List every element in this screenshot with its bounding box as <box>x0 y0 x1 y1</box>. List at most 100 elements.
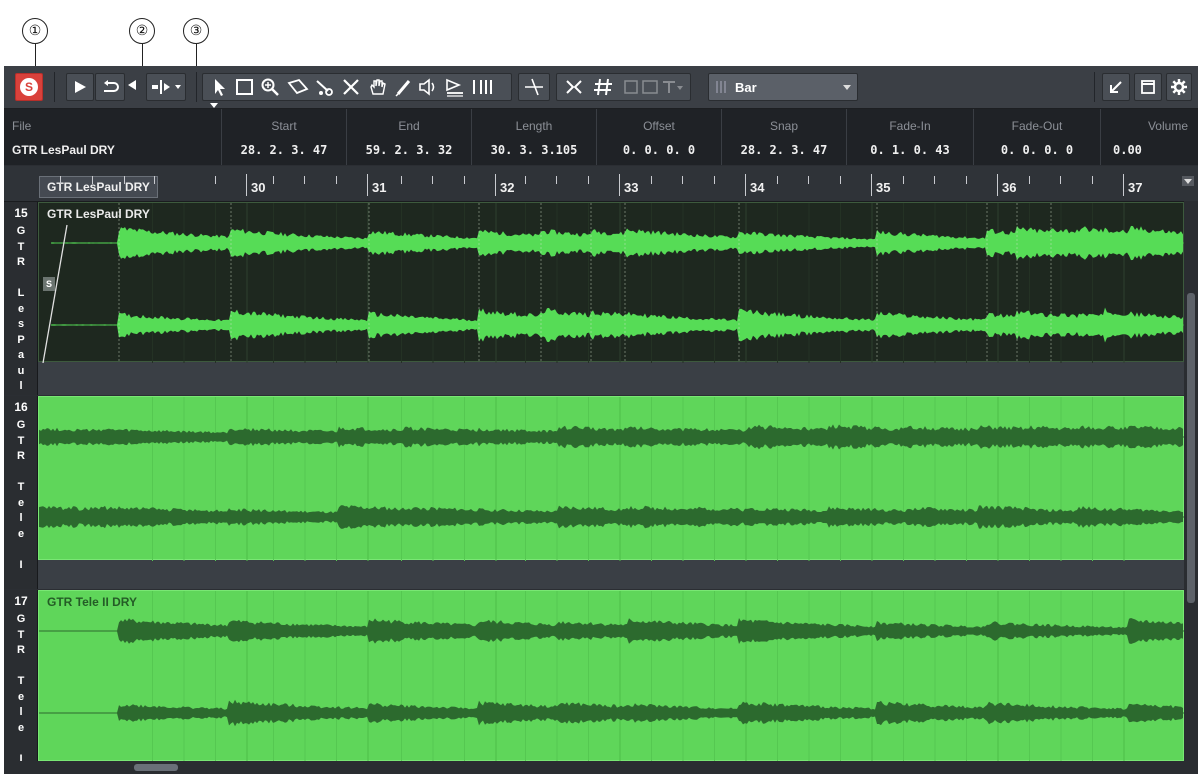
time-warp-icon[interactable] <box>470 77 496 97</box>
ruler-bar-number: 32 <box>500 180 515 195</box>
ruler-beat-tick <box>214 176 216 184</box>
waveform <box>42 203 1184 363</box>
track-number: 15 <box>14 206 28 220</box>
audio-event-selected[interactable]: GTR Tele II DRY <box>38 590 1184 761</box>
loop-button[interactable] <box>95 73 125 101</box>
track-number: 16 <box>14 400 28 414</box>
line-tool-button[interactable] <box>518 73 550 101</box>
line-tool-icon <box>525 78 543 96</box>
info-value: 0. 1. 0. 43 <box>870 143 950 157</box>
track-header[interactable]: 17 G T R T e l e I <box>4 590 38 765</box>
play-button[interactable] <box>66 73 94 101</box>
play-tool-icon[interactable] <box>418 77 440 97</box>
ruler-beat-tick <box>965 176 967 184</box>
vertical-scroll-thumb[interactable] <box>1187 293 1195 603</box>
snap-type-select[interactable]: Bar <box>708 73 858 101</box>
audio-event[interactable]: GTR LesPaul DRY S <box>38 202 1184 363</box>
fade-handle[interactable]: S <box>43 277 55 291</box>
mute-hand-icon[interactable] <box>367 77 387 97</box>
info-value: 59. 2. 3. 32 <box>365 143 453 157</box>
ruler-menu-icon[interactable] <box>1182 176 1194 186</box>
ruler-bar-number: 35 <box>876 180 891 195</box>
timeline-ruler[interactable]: GTR LesPaul DRY 30 31 32 33 34 35 36 37 <box>4 166 1198 202</box>
horizontal-scroll-thumb[interactable] <box>134 764 178 771</box>
split-icon[interactable] <box>314 77 336 97</box>
erase-icon[interactable] <box>341 77 361 97</box>
info-fade-in[interactable]: Fade-In 0. 1. 0. 43 <box>847 109 974 165</box>
info-header: Fade-In <box>889 119 931 133</box>
grid-icon[interactable] <box>593 77 615 97</box>
solo-button[interactable]: S <box>15 73 43 101</box>
object-select-icon[interactable] <box>209 77 229 97</box>
ruler-bar-number: 33 <box>624 180 639 195</box>
horizontal-scrollbar[interactable] <box>4 761 1198 774</box>
comp-icon[interactable] <box>444 77 466 97</box>
track-lane[interactable]: GTR LesPaul DRY S <box>38 202 1184 395</box>
editor-window: S Bar File GTR LesPaul DRY Start 28. 2. … <box>4 66 1198 774</box>
snap-icon[interactable] <box>563 77 585 97</box>
settings-gear-icon <box>1171 79 1187 95</box>
ruler-beat-tick <box>839 176 841 184</box>
info-snap[interactable]: Snap 28. 2. 3. 47 <box>722 109 847 165</box>
info-length[interactable]: Length 30. 3. 3.105 <box>472 109 597 165</box>
info-file[interactable]: File GTR LesPaul DRY <box>4 109 222 165</box>
ruler-beat-tick <box>463 176 465 184</box>
track-lane[interactable]: GTR Tele II DRY <box>38 590 1184 761</box>
info-value: GTR LesPaul DRY <box>12 143 115 157</box>
chevron-down-icon <box>843 85 851 90</box>
toolbar: S Bar <box>4 66 1198 109</box>
ruler-beat-tick <box>713 176 715 184</box>
tool-menu-icon[interactable] <box>210 103 218 108</box>
auto-scroll-button[interactable] <box>146 73 186 101</box>
ruler-beat-tick <box>432 176 433 184</box>
transport-menu-icon[interactable] <box>128 80 136 90</box>
callout-1: ① <box>22 18 48 44</box>
info-end[interactable]: End 59. 2. 3. 32 <box>347 109 472 165</box>
collapse-button[interactable] <box>1102 73 1130 101</box>
ruler-beat-tick <box>587 176 589 184</box>
ruler-beat-tick <box>902 176 904 184</box>
info-offset[interactable]: Offset 0. 0. 0. 0 <box>597 109 722 165</box>
info-start[interactable]: Start 28. 2. 3. 47 <box>222 109 347 165</box>
ruler-beat-tick <box>124 176 125 184</box>
info-header: File <box>12 119 32 133</box>
ruler-beat-tick <box>524 176 526 184</box>
auto-scroll-icon <box>152 80 181 94</box>
zoom-icon[interactable] <box>260 77 280 97</box>
toolbar-divider <box>1094 72 1095 102</box>
ruler-bar-tick <box>871 174 872 196</box>
ruler-beat-tick <box>154 176 155 184</box>
info-header: Length <box>515 119 553 133</box>
ruler-beat-tick <box>682 176 683 184</box>
ruler-beat-tick <box>1028 176 1030 184</box>
quantize-icon[interactable] <box>623 77 685 97</box>
info-value: 0. 0. 0. 0 <box>1000 143 1074 157</box>
ruler-beat-tick <box>556 176 557 184</box>
ruler-bar-number: 34 <box>750 180 765 195</box>
ruler-beat-tick <box>1060 176 1061 184</box>
window-layout-button[interactable] <box>1134 73 1162 101</box>
track-header[interactable]: 15 G T R L e s P a u l <box>4 202 38 395</box>
ruler-bar-number: 37 <box>1128 180 1143 195</box>
range-select-icon[interactable] <box>235 77 255 97</box>
ruler-beat-tick <box>400 176 402 184</box>
info-volume[interactable]: Volume 0.00 <box>1101 109 1198 165</box>
ruler-track-label: GTR LesPaul DRY <box>39 176 158 198</box>
ruler-bar-number: 30 <box>251 180 266 195</box>
track-number: 17 <box>14 594 28 608</box>
audio-event-selected[interactable] <box>38 396 1184 561</box>
draw-icon[interactable] <box>393 77 413 97</box>
vertical-scrollbar[interactable] <box>1184 201 1198 761</box>
track-lane[interactable] <box>38 396 1184 589</box>
ruler-beat-tick <box>92 176 93 184</box>
info-value: 28. 2. 3. 47 <box>740 143 828 157</box>
info-header: Volume <box>1147 119 1188 133</box>
track-header[interactable]: 16 G T R T e l e I D <box>4 396 38 602</box>
glue-icon[interactable] <box>287 77 309 97</box>
ruler-beat-tick <box>60 176 61 184</box>
info-fade-out[interactable]: Fade-Out 0. 0. 0. 0 <box>974 109 1101 165</box>
info-value: 0. 0. 0. 0 <box>622 143 696 157</box>
settings-button[interactable] <box>1166 73 1192 101</box>
ruler-bar-tick <box>997 174 998 196</box>
ruler-bar-tick <box>1123 174 1124 196</box>
